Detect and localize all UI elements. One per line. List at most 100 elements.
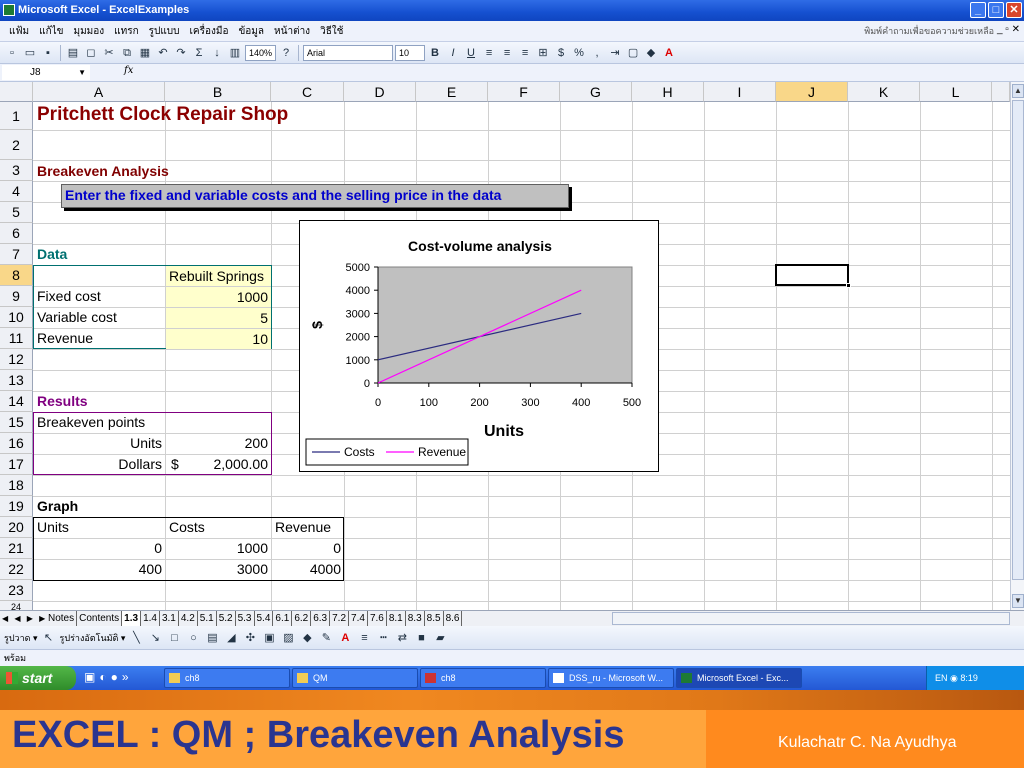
sheet-tab[interactable]: 8.1 <box>387 611 406 626</box>
menu-window[interactable]: หน้าต่าง <box>269 24 315 39</box>
row-header-15[interactable]: 15 <box>0 412 33 433</box>
save-icon[interactable]: ▪ <box>40 45 56 61</box>
sheet-title[interactable]: Pritchett Clock Repair Shop <box>34 105 291 125</box>
menu-tools[interactable]: เครื่องมือ <box>185 24 234 39</box>
sheet-tab[interactable]: 5.2 <box>217 611 236 626</box>
help-icon[interactable]: ? <box>278 45 294 61</box>
preview-icon[interactable]: ◻ <box>83 45 99 61</box>
worksheet-grid[interactable]: A B C D E F G H I J K L 1 2 3 4 5 6 7 8 … <box>0 82 1010 610</box>
font-color-icon[interactable]: A <box>337 630 353 646</box>
shadow-icon[interactable]: ■ <box>413 630 429 646</box>
sheet-tab[interactable]: 5.1 <box>198 611 217 626</box>
row-header-13[interactable]: 13 <box>0 370 33 391</box>
bold-button[interactable]: B <box>427 45 443 61</box>
language-indicator[interactable]: EN <box>935 673 948 683</box>
redo-icon[interactable]: ↷ <box>173 45 189 61</box>
col-header-e[interactable]: E <box>416 82 488 102</box>
sheet-tab[interactable]: 3.1 <box>160 611 179 626</box>
taskbar-item-ch8[interactable]: ch8 <box>164 668 290 688</box>
vertical-scrollbar[interactable]: ▲ ▼ <box>1010 82 1024 610</box>
row-header-17[interactable]: 17 <box>0 454 33 475</box>
graph-header-revenue[interactable]: Revenue <box>272 517 334 537</box>
fill-handle[interactable] <box>846 283 851 288</box>
line-icon[interactable]: ╲ <box>128 630 144 646</box>
data-header-cell[interactable]: Rebuilt Springs <box>166 266 271 286</box>
sheet-tab[interactable]: Contents <box>77 611 123 626</box>
sheet-tab[interactable]: 7.4 <box>349 611 368 626</box>
horizontal-scrollbar[interactable] <box>612 612 1010 625</box>
select-pointer-icon[interactable]: ↖ <box>41 630 57 646</box>
tab-navigation-arrows[interactable]: ◀ ◀ ▶ ▶ <box>2 611 47 626</box>
close-button[interactable]: ✕ <box>1006 2 1022 18</box>
maximize-button[interactable]: □ <box>988 2 1004 18</box>
fill-color-icon[interactable]: ◆ <box>299 630 315 646</box>
italic-button[interactable]: I <box>445 45 461 61</box>
font-size-select[interactable]: 10 <box>395 44 426 61</box>
menu-format[interactable]: รูปแบบ <box>144 24 185 39</box>
graph-cell[interactable]: 4000 <box>272 559 344 579</box>
results-heading[interactable]: Results <box>34 391 91 411</box>
taskbar-item-excel[interactable]: Microsoft Excel - Exc... <box>676 668 802 688</box>
sheet-tab[interactable]: 7.6 <box>368 611 387 626</box>
graph-heading[interactable]: Graph <box>34 496 81 516</box>
col-header-d[interactable]: D <box>344 82 416 102</box>
align-center-icon[interactable]: ≡ <box>499 45 515 61</box>
start-button[interactable]: start <box>0 666 76 690</box>
row-header-6[interactable]: 6 <box>0 223 33 244</box>
3d-icon[interactable]: ▰ <box>432 630 448 646</box>
select-all-corner[interactable] <box>0 82 33 102</box>
revenue-label[interactable]: Revenue <box>34 328 96 348</box>
sheet-tab[interactable]: 8.3 <box>406 611 425 626</box>
graph-header-units[interactable]: Units <box>34 517 72 537</box>
graph-cell[interactable]: 3000 <box>166 559 271 579</box>
fixed-cost-input[interactable]: 1000 <box>166 287 271 307</box>
col-header-a[interactable]: A <box>33 82 165 102</box>
quick-launch-icons[interactable]: ▣◐●» <box>84 670 133 684</box>
row-header-8[interactable]: 8 <box>0 265 33 286</box>
sum-icon[interactable]: Σ <box>191 45 207 61</box>
row-header-24[interactable]: 24 <box>0 601 33 610</box>
scroll-up-arrow[interactable]: ▲ <box>1012 84 1024 98</box>
percent-button[interactable]: % <box>571 45 587 61</box>
col-header-l[interactable]: L <box>920 82 992 102</box>
row-header-21[interactable]: 21 <box>0 538 33 559</box>
name-box[interactable]: J8 ▼ <box>2 65 90 80</box>
sheet-tab[interactable]: 8.5 <box>425 611 444 626</box>
data-heading[interactable]: Data <box>34 244 70 264</box>
sheet-tab[interactable]: Notes <box>46 611 78 626</box>
taskbar-item-word[interactable]: DSS_ru - Microsoft W... <box>548 668 674 688</box>
underline-button[interactable]: U <box>463 45 479 61</box>
fixed-cost-label[interactable]: Fixed cost <box>34 286 104 306</box>
arrow-icon[interactable]: ↘ <box>147 630 163 646</box>
sheet-tab[interactable]: 6.1 <box>273 611 293 626</box>
sheet-tab[interactable]: 4.2 <box>179 611 198 626</box>
dollars-label[interactable]: Dollars <box>34 454 165 474</box>
row-header-12[interactable]: 12 <box>0 349 33 370</box>
sort-icon[interactable]: ↓ <box>209 45 225 61</box>
scroll-down-arrow[interactable]: ▼ <box>1012 594 1024 608</box>
row-header-9[interactable]: 9 <box>0 286 33 307</box>
line-color-icon[interactable]: ✎ <box>318 630 334 646</box>
col-header-i[interactable]: I <box>704 82 776 102</box>
sheet-tab[interactable]: 6.2 <box>292 611 312 626</box>
col-header-c[interactable]: C <box>271 82 344 102</box>
menu-view[interactable]: มุมมอง <box>69 24 110 39</box>
instruction-textbox[interactable]: Enter the fixed and variable costs and t… <box>61 184 569 208</box>
row-header-18[interactable]: 18 <box>0 475 33 496</box>
minimize-button[interactable]: _ <box>970 2 986 18</box>
row-header-22[interactable]: 22 <box>0 559 33 580</box>
col-header-h[interactable]: H <box>632 82 704 102</box>
dollars-value[interactable]: 2,000.00 <box>186 454 271 474</box>
breakeven-heading[interactable]: Breakeven Analysis <box>34 161 172 181</box>
diagram-icon[interactable]: ✣ <box>242 630 258 646</box>
row-header-14[interactable]: 14 <box>0 391 33 412</box>
menu-edit[interactable]: แก้ไข <box>34 24 68 39</box>
sheet-tab[interactable]: 5.3 <box>236 611 255 626</box>
line-style-icon[interactable]: ≡ <box>356 630 372 646</box>
row-header-3[interactable]: 3 <box>0 160 33 181</box>
help-search-input[interactable]: พิมพ์คำถามเพื่อขอความช่วยเหลือ <box>864 24 994 38</box>
picture-icon[interactable]: ▨ <box>280 630 296 646</box>
scroll-thumb[interactable] <box>1012 100 1024 580</box>
row-header-20[interactable]: 20 <box>0 517 33 538</box>
graph-cell[interactable]: 0 <box>34 538 165 558</box>
